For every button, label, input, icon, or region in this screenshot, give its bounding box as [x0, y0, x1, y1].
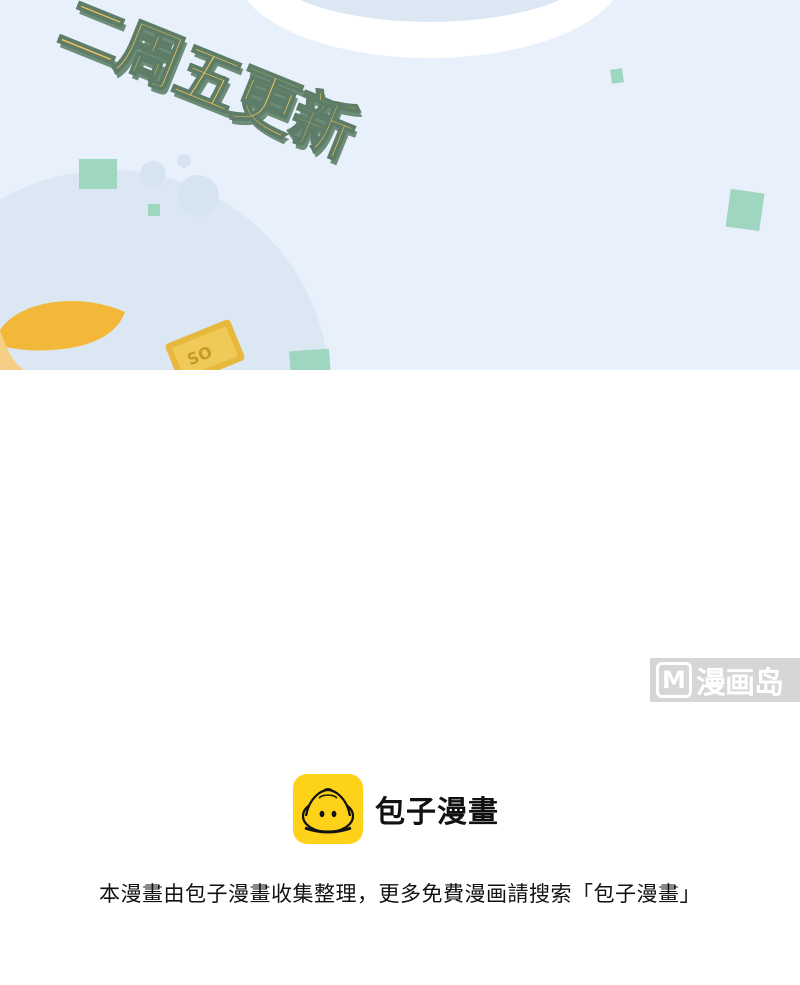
- m-logo-icon: M: [656, 662, 692, 698]
- confetti: [79, 159, 117, 189]
- brand-block: 包子漫畫: [293, 774, 499, 844]
- brand-name: 包子漫畫: [375, 795, 499, 830]
- confetti: [725, 188, 765, 232]
- watermark-text: 漫画岛: [696, 666, 784, 701]
- bubble: [177, 175, 219, 217]
- bubble: [140, 161, 166, 187]
- manhuadao-watermark: M 漫画岛: [650, 658, 800, 702]
- confetti: [148, 204, 160, 216]
- comic-banner: SO 二周五更新: [0, 0, 800, 370]
- bubble: [177, 154, 191, 168]
- confetti: [610, 68, 624, 84]
- bun-logo-icon: [293, 774, 363, 844]
- collection-notice: 本漫畫由包子漫畫收集整理，更多免費漫画請搜索「包子漫畫」: [99, 882, 701, 906]
- confetti: [289, 348, 331, 370]
